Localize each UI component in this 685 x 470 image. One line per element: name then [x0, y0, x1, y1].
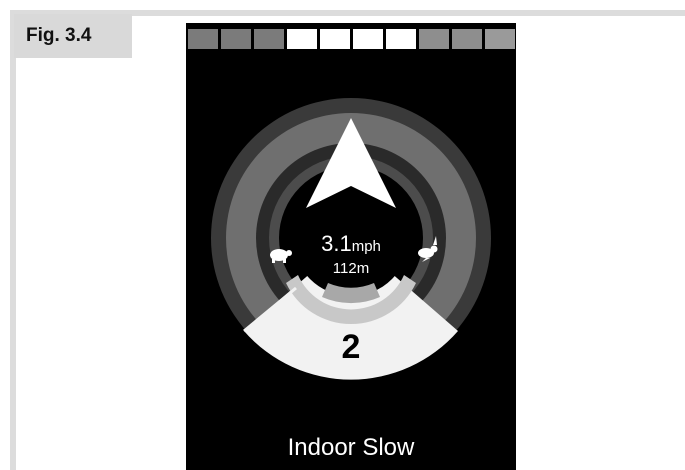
speed-unit: mph [351, 238, 381, 255]
speed-level-segment [320, 29, 350, 49]
speed-level-segment [188, 29, 218, 49]
speed-level-segment [221, 29, 251, 49]
speed-level-segment [452, 29, 482, 49]
speed-level-segment [287, 29, 317, 49]
controller-display: 3.1mph 112m 2 Indoor Slow [186, 23, 516, 470]
speed-readout: 3.1mph 112m [301, 231, 401, 277]
speed-level-segment [485, 29, 515, 49]
speed-level-segment [386, 29, 416, 49]
profile-number: 2 [341, 328, 361, 366]
speed-value: 3.1 [321, 231, 352, 256]
speed-level-segment [419, 29, 449, 49]
speed-level-segment [254, 29, 284, 49]
profile-name: Indoor Slow [287, 434, 415, 461]
speed-level-segment [353, 29, 383, 49]
figure-label: Fig. 3.4 [14, 14, 132, 58]
speed-level-bar [186, 29, 516, 51]
distance-readout: 112m [332, 260, 370, 277]
